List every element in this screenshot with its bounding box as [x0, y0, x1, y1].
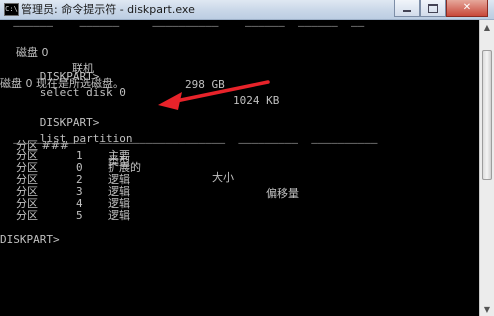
- minimize-icon: [403, 10, 411, 12]
- partition-number: 5: [76, 209, 83, 222]
- title-bar[interactable]: C:\ 管理员: 命令提示符 - diskpart.exe ✕: [0, 0, 494, 20]
- header-offset: 偏移量: [266, 187, 299, 200]
- scroll-thumb[interactable]: [482, 50, 492, 180]
- partition-type: 逻辑: [108, 209, 130, 222]
- scroll-down-icon[interactable]: ▼: [480, 302, 494, 316]
- scroll-up-icon[interactable]: ▲: [480, 20, 494, 34]
- final-prompt: DISKPART>: [0, 233, 60, 246]
- status-message: 磁盘 0 现在是所选磁盘。: [0, 77, 124, 90]
- header-size: 大小: [212, 171, 234, 184]
- console-output[interactable]: —————— —————— —————————— —————— —————— —…: [0, 20, 479, 316]
- disk-size: 298 GB: [185, 78, 225, 91]
- partition-label: 分区: [16, 209, 38, 222]
- maximize-button[interactable]: [420, 0, 446, 17]
- close-button[interactable]: ✕: [446, 0, 488, 17]
- command-line-1: DISKPART> select disk 0: [0, 53, 126, 99]
- console-window: C:\ 管理员: 命令提示符 - diskpart.exe ✕ —————— —…: [0, 0, 494, 316]
- disk-row: 磁盘 0 联机 298 GB 1024 KB: [0, 29, 279, 107]
- vertical-scrollbar[interactable]: ▲ ▼: [479, 20, 494, 316]
- prompt: DISKPART>: [39, 116, 100, 129]
- partition-table-dashes: ——————————— ——————————————————— ————————…: [0, 136, 378, 149]
- cmd-app-icon[interactable]: C:\: [4, 3, 19, 16]
- maximize-icon: [428, 3, 438, 13]
- window-controls: ✕: [394, 0, 488, 18]
- close-icon: ✕: [462, 2, 472, 13]
- window-title: 管理员: 命令提示符 - diskpart.exe: [21, 3, 195, 16]
- command-line-2: DISKPART> list partition: [0, 99, 133, 145]
- disk-table-dashes: —————— —————— —————————— —————— —————— —…: [0, 20, 365, 32]
- minimize-button[interactable]: [394, 0, 420, 17]
- disk-free: 1024 KB: [233, 94, 280, 107]
